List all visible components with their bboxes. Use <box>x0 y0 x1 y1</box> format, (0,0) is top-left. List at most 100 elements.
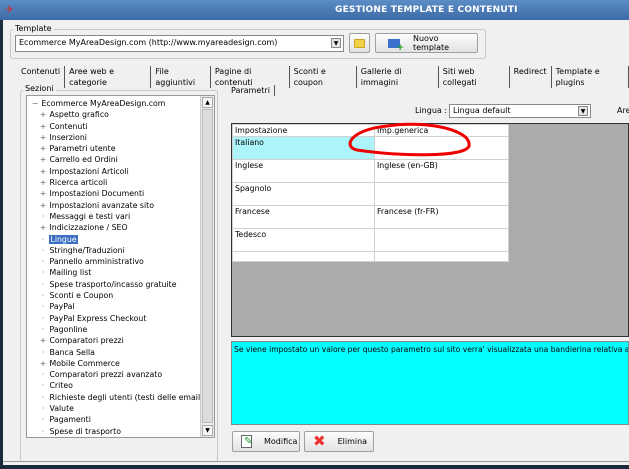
tree-item[interactable]: + Impostazioni Articoli <box>31 166 214 177</box>
expand-icon[interactable]: + <box>39 177 47 188</box>
modify-button[interactable]: ✎ Modifica <box>232 431 300 452</box>
tree-item-label: Spese di trasporto <box>49 426 121 436</box>
lingua-select[interactable]: Lingua default ▼ <box>449 104 591 118</box>
tree-item-label: Banca Sella <box>49 347 95 357</box>
value-cell[interactable]: Francese (fr-FR) <box>374 205 509 229</box>
tree-item[interactable]: + Parametri utente <box>31 143 214 154</box>
sections-tree[interactable]: − Ecommerce MyAreaDesign.com + Aspetto g… <box>26 95 215 438</box>
tree-item[interactable]: · Criteo <box>31 380 214 391</box>
tree-item[interactable]: · Comparatori prezzi avanzato <box>31 369 214 380</box>
tree-line-icon: · <box>41 313 45 323</box>
expand-icon[interactable]: + <box>39 188 47 199</box>
scroll-up-icon[interactable]: ▲ <box>202 97 213 108</box>
expand-icon[interactable]: + <box>39 121 47 132</box>
expand-icon[interactable]: + <box>39 222 47 233</box>
empty-cell <box>232 251 375 262</box>
tree-item[interactable]: · PayPal <box>31 301 214 312</box>
edit-icon: ✎ <box>241 435 252 448</box>
tree-item[interactable]: · PayPal Express Checkout <box>31 313 214 324</box>
chevron-down-icon[interactable]: ▼ <box>578 106 588 116</box>
tree-item[interactable]: · Pagonline <box>31 324 214 335</box>
expand-icon[interactable]: + <box>39 358 47 369</box>
tab-siti-web-collegati[interactable]: Siti web collegati <box>439 66 510 88</box>
tree-item[interactable]: + Carrello ed Ordini <box>31 154 214 165</box>
tree-item[interactable]: · Richieste degli utenti (testi delle em… <box>31 392 214 403</box>
tree-item[interactable]: · Messaggi e testi vari <box>31 211 214 222</box>
setting-cell[interactable]: Inglese <box>232 159 375 183</box>
tree-item[interactable]: · Pannello amministrativo <box>31 256 214 267</box>
table-row[interactable]: Spagnolo <box>232 182 509 206</box>
tree-item[interactable]: · Valute <box>31 403 214 414</box>
tree-item[interactable]: · Spese di trasporto <box>31 426 214 437</box>
tree-item-label: Stringhe/Traduzioni <box>49 245 125 255</box>
tree-item[interactable]: · Mailing list <box>31 267 214 278</box>
expand-icon[interactable]: + <box>39 166 47 177</box>
tree-item-label: Comparatori prezzi <box>49 336 124 346</box>
tree-line-icon: · <box>41 211 45 221</box>
setting-cell[interactable]: Francese <box>232 205 375 229</box>
tree-root[interactable]: − Ecommerce MyAreaDesign.com <box>31 98 214 109</box>
tree-item[interactable]: + Impostazioni Documenti <box>31 188 214 199</box>
tree-item[interactable]: + Ricerca articoli <box>31 177 214 188</box>
modify-label: Modifica <box>264 437 298 446</box>
tab-template-e-plugins[interactable]: Template e plugins <box>552 66 629 88</box>
setting-cell[interactable]: Tedesco <box>232 228 375 252</box>
open-folder-button[interactable] <box>349 33 370 53</box>
scroll-down-icon[interactable]: ▼ <box>202 425 213 436</box>
tree-item[interactable]: · Stringhe/Traduzioni <box>31 245 214 256</box>
tree-item-label: Indicizzazione / SEO <box>49 223 128 233</box>
tree-item-label: Carrello ed Ordini <box>49 155 118 165</box>
delete-button[interactable]: ✖ Elimina <box>304 431 374 452</box>
template-select[interactable]: Ecommerce MyAreaDesign.com (http://www.m… <box>15 35 344 52</box>
expand-icon[interactable]: + <box>39 109 47 120</box>
tree-line-icon: · <box>41 302 45 312</box>
delete-x-icon: ✖ <box>313 432 326 450</box>
new-template-label: Nuovo template <box>412 34 450 52</box>
tree-item[interactable]: + Inserzioni <box>31 132 214 143</box>
tree-item[interactable]: + Aspetto grafico <box>31 109 214 120</box>
scroll-thumb[interactable] <box>202 109 213 423</box>
tree-item-label: Comparatori prezzi avanzato <box>49 370 163 380</box>
table-row[interactable]: Inglese Inglese (en-GB) <box>232 159 509 183</box>
tree-line-icon: · <box>41 257 45 267</box>
tree-item-label: Contenuti <box>49 121 88 131</box>
tree-item[interactable]: + Comparatori prezzi <box>31 335 214 346</box>
table-row[interactable]: Francese Francese (fr-FR) <box>232 205 509 229</box>
tree-line-icon: · <box>41 404 45 414</box>
tree-item[interactable]: · Spese trasporto/incasso gratuite <box>31 279 214 290</box>
value-cell[interactable]: Inglese (en-GB) <box>374 159 509 183</box>
tree-item[interactable]: + Indicizzazione / SEO <box>31 222 214 233</box>
table-row[interactable]: Tedesco <box>232 228 509 252</box>
new-template-button[interactable]: + Nuovo template <box>375 33 478 53</box>
tree-item-label: Mailing list <box>49 268 92 278</box>
chevron-down-icon[interactable]: ▼ <box>331 38 341 48</box>
value-cell[interactable] <box>374 228 509 252</box>
collapse-icon[interactable]: − <box>31 98 39 109</box>
window-body: Template Ecommerce MyAreaDesign.com (htt… <box>3 20 629 465</box>
window-title: GESTIONE TEMPLATE E CONTENUTI <box>335 5 518 15</box>
info-panel: Se viene impostato un valore per questo … <box>231 341 629 425</box>
tab-parametri[interactable]: Parametri <box>227 85 275 96</box>
tree-item[interactable]: + Mobile Commerce <box>31 358 214 369</box>
tab-gallerie-di-immagini[interactable]: Gallerie di immagini <box>357 66 439 88</box>
setting-cell[interactable]: Spagnolo <box>232 182 375 206</box>
tree-item-label: Pagamenti <box>49 415 91 425</box>
expand-icon[interactable]: + <box>39 143 47 154</box>
tree-item[interactable]: + Impostazioni avanzate sito <box>31 200 214 211</box>
value-cell[interactable] <box>374 182 509 206</box>
tree-scrollbar[interactable]: ▲ ▼ <box>200 96 214 437</box>
tab-redirect[interactable]: Redirect <box>510 66 552 88</box>
expand-icon[interactable]: + <box>39 132 47 143</box>
tree-item-label: Messaggi e testi vari <box>49 211 131 221</box>
tab-aree-web-e-categorie[interactable]: Aree web e categorie <box>65 66 152 88</box>
expand-icon[interactable]: + <box>39 200 47 211</box>
tree-item[interactable]: · Lingue <box>31 234 214 245</box>
tree-item[interactable]: · Sconti e Coupon <box>31 290 214 301</box>
tree-item[interactable]: · Pagamenti <box>31 414 214 425</box>
tab-file-aggiuntivi[interactable]: File aggiuntivi <box>151 66 211 88</box>
tree-item[interactable]: · Banca Sella <box>31 347 214 358</box>
tab-sconti-e-coupon[interactable]: Sconti e coupon <box>290 66 357 88</box>
expand-icon[interactable]: + <box>39 335 47 346</box>
tree-item[interactable]: + Contenuti <box>31 121 214 132</box>
expand-icon[interactable]: + <box>39 154 47 165</box>
